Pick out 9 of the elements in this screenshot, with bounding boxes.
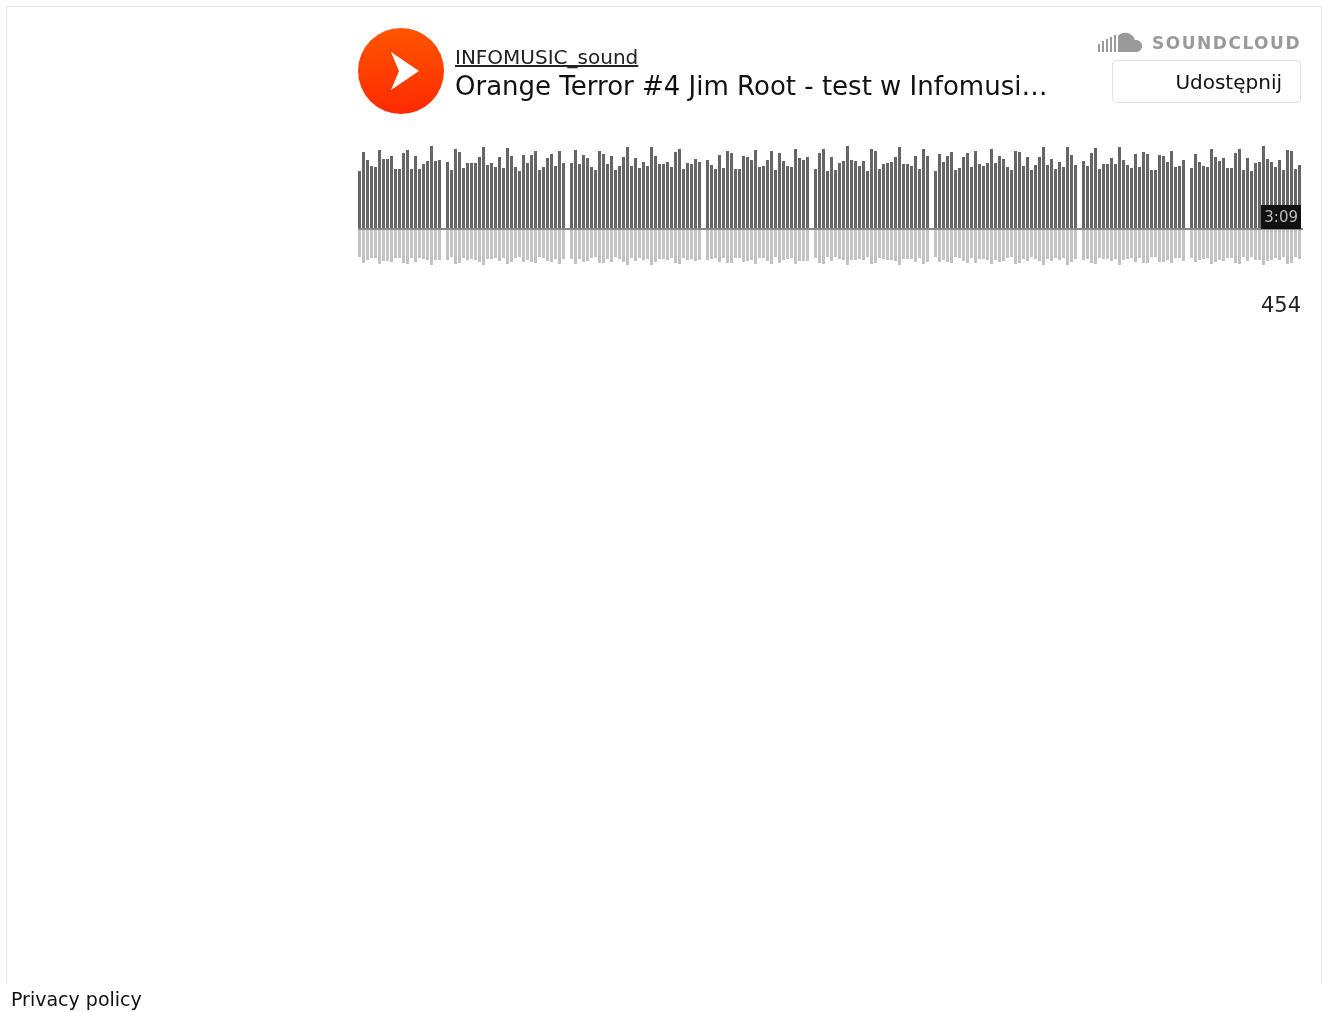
share-button[interactable]: Udostępnij	[1112, 60, 1301, 103]
track-title: Orange Terror #4 Jim Root - test w Infomusi…	[455, 71, 1049, 101]
artist-link[interactable]: INFOMUSIC_sound	[455, 45, 639, 69]
play-icon	[389, 52, 419, 90]
cloud-logo-icon	[1098, 32, 1145, 54]
play-count: 454	[1259, 293, 1301, 317]
privacy-policy-link[interactable]: Privacy policy	[11, 988, 142, 1010]
brand-name: SOUNDCLOUD	[1152, 33, 1301, 53]
duration-label: 3:09	[1261, 205, 1301, 229]
